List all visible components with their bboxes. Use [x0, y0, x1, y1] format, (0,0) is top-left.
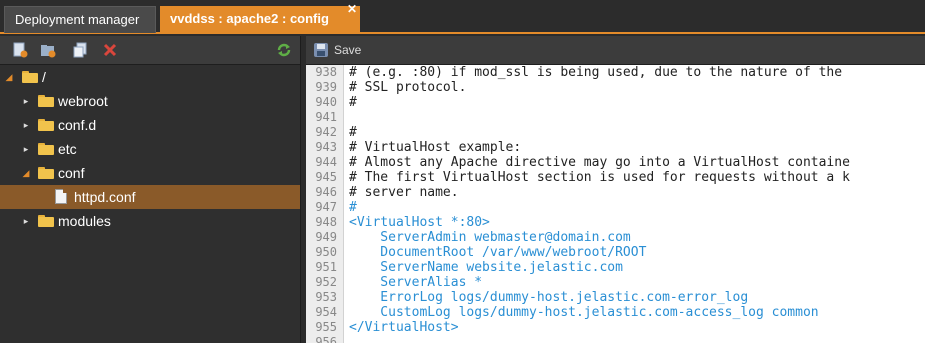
- chevron-right-icon[interactable]: ▸: [21, 89, 31, 113]
- code-editor[interactable]: 938 939 940 941 942 943 944 945 946 947 948 949 950 9…: [306, 65, 925, 343]
- editor-panel: Save 938 939 940 941 942 943 944 945 946 947 948 94…: [306, 36, 925, 343]
- line-number: 945: [315, 170, 337, 184]
- chevron-right-icon[interactable]: ▸: [21, 137, 31, 161]
- close-icon[interactable]: ✕: [346, 3, 358, 15]
- code-line: # VirtualHost example:: [349, 140, 522, 155]
- chevron-down-icon[interactable]: ◢: [21, 161, 31, 185]
- tree-node-etc[interactable]: ▸ etc: [0, 137, 300, 161]
- folder-icon: [38, 215, 54, 227]
- tab-deployment-manager[interactable]: Deployment manager: [4, 6, 156, 33]
- folder-icon: [22, 71, 38, 83]
- line-number: 948: [315, 215, 337, 229]
- save-button-label: Save: [334, 43, 362, 57]
- line-number: 942: [315, 125, 337, 139]
- delete-icon[interactable]: [102, 42, 118, 58]
- tree-node-label: webroot: [58, 93, 108, 109]
- code-line: # server name.: [349, 185, 459, 200]
- code-line: ServerName website.jelastic.com: [349, 260, 623, 275]
- file-tree-panel: ◢ / ▸ webroot ▸ conf.d ▸ etc ◢ conf http…: [0, 36, 301, 343]
- tree-node-webroot[interactable]: ▸ webroot: [0, 89, 300, 113]
- line-number: 947: [315, 200, 337, 214]
- tab-config-label: vvddss : apache2 : config: [170, 11, 329, 26]
- folder-icon: [38, 95, 54, 107]
- chevron-down-icon[interactable]: ◢: [4, 65, 14, 89]
- code-line: ErrorLog logs/dummy-host.jelastic.com-er…: [349, 290, 749, 305]
- file-tree-toolbar: [0, 36, 300, 65]
- chevron-right-icon[interactable]: ▸: [21, 209, 31, 233]
- code-line: # SSL protocol.: [349, 80, 467, 95]
- tree-node-httpd-conf[interactable]: httpd.conf: [0, 185, 300, 209]
- code-line: # The first VirtualHost section is used …: [349, 170, 850, 185]
- line-number: 946: [315, 185, 337, 199]
- tree-node-modules[interactable]: ▸ modules: [0, 209, 300, 233]
- tab-config[interactable]: vvddss : apache2 : config ✕: [160, 3, 360, 33]
- line-number: 956: [315, 335, 337, 343]
- editor-toolbar: Save: [306, 36, 925, 65]
- tree-node-conf[interactable]: ◢ conf: [0, 161, 300, 185]
- code-line: ServerAdmin webmaster@domain.com: [349, 230, 631, 245]
- folder-icon: [38, 143, 54, 155]
- chevron-right-icon[interactable]: ▸: [21, 113, 31, 137]
- line-number: 952: [315, 275, 337, 289]
- line-number: 938: [315, 65, 337, 79]
- code-line: </VirtualHost>: [349, 320, 459, 335]
- line-number: 954: [315, 305, 337, 319]
- tree-node-root[interactable]: ◢ /: [0, 65, 300, 89]
- line-number: 949: [315, 230, 337, 244]
- code-line: ServerAlias *: [349, 275, 483, 290]
- line-number-gutter: 938 939 940 941 942 943 944 945 946 947 948 949 950 9…: [306, 65, 344, 343]
- tree-node-label: httpd.conf: [74, 189, 136, 205]
- line-number: 955: [315, 320, 337, 334]
- tree-node-label: etc: [58, 141, 77, 157]
- tree-node-label: modules: [58, 213, 111, 229]
- file-icon: [55, 189, 67, 204]
- code-line: # Almost any Apache directive may go int…: [349, 155, 850, 170]
- new-file-icon[interactable]: [12, 42, 28, 58]
- tree-node-label: /: [42, 69, 46, 85]
- code-line: #: [349, 95, 357, 110]
- line-number: 939: [315, 80, 337, 94]
- tab-bar: Deployment manager vvddss : apache2 : co…: [0, 0, 925, 34]
- tree-node-label: conf.d: [58, 117, 97, 133]
- line-number: 940: [315, 95, 337, 109]
- code-line: CustomLog logs/dummy-host.jelastic.com-a…: [349, 305, 819, 320]
- refresh-icon[interactable]: [276, 42, 292, 58]
- save-button[interactable]: Save: [314, 42, 361, 58]
- tree-node-conf-d[interactable]: ▸ conf.d: [0, 113, 300, 137]
- folder-icon: [38, 119, 54, 131]
- new-folder-icon[interactable]: [40, 42, 56, 58]
- copy-icon[interactable]: [72, 42, 88, 58]
- line-number: 944: [315, 155, 337, 169]
- code-line: #: [349, 125, 357, 140]
- line-number: 953: [315, 290, 337, 304]
- code-line: #: [349, 200, 357, 215]
- tree-node-label: conf: [58, 165, 85, 181]
- line-number: 941: [315, 110, 337, 124]
- code-line: # (e.g. :80) if mod_ssl is being used, d…: [349, 65, 843, 80]
- code-line: DocumentRoot /var/www/webroot/ROOT: [349, 245, 647, 260]
- line-number: 943: [315, 140, 337, 154]
- save-icon: [314, 43, 328, 57]
- line-number: 951: [315, 260, 337, 274]
- folder-open-icon: [38, 167, 54, 179]
- code-line: <VirtualHost *:80>: [349, 215, 490, 230]
- line-number: 950: [315, 245, 337, 259]
